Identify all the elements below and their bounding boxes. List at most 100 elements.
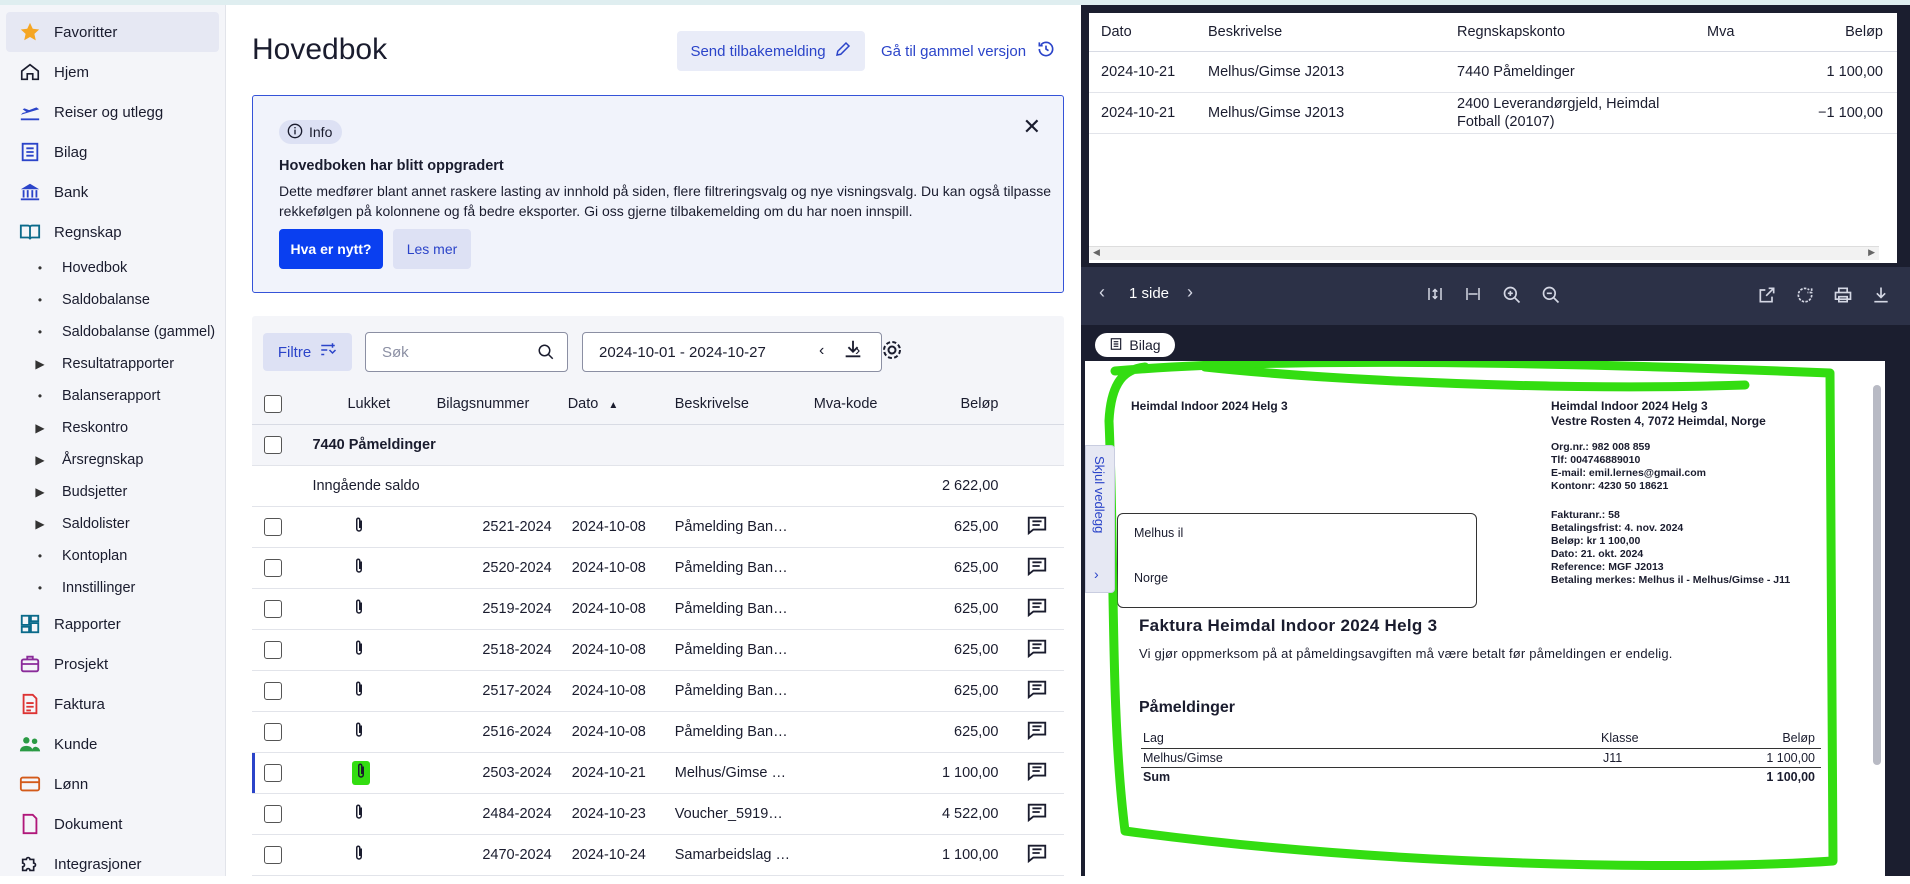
row-select[interactable] [252, 588, 305, 630]
header-select[interactable] [252, 384, 305, 425]
scroll-left-icon[interactable]: ◀ [1093, 247, 1100, 258]
sidebar-item-hjem[interactable]: Hjem [6, 52, 219, 92]
row-select[interactable] [252, 752, 305, 794]
next-page-icon[interactable]: › [1187, 282, 1193, 303]
sidebar-item-lonn[interactable]: Lønn [6, 764, 219, 804]
sidebar-subitem-budsjetter[interactable]: ▶ Budsjetter [6, 476, 219, 508]
sidebar-subitem-saldolister[interactable]: ▶ Saldolister [6, 508, 219, 540]
zoom-in-icon[interactable] [1502, 285, 1522, 309]
vertical-scrollbar[interactable] [1871, 365, 1883, 870]
column-header[interactable]: Lukket [304, 384, 425, 425]
column-header-date[interactable]: Dato ▲ [555, 384, 663, 425]
sidebar-item-integrasjoner[interactable]: Integrasjoner [6, 844, 219, 884]
zoom-out-icon[interactable] [1541, 285, 1561, 309]
row-select[interactable] [252, 793, 305, 835]
row-checkbox[interactable] [264, 681, 282, 700]
close-icon[interactable]: ✕ [1023, 114, 1041, 140]
fit-width-icon[interactable] [1464, 285, 1482, 307]
row-select[interactable] [252, 670, 305, 712]
sidebar-item-faktura[interactable]: Faktura [6, 684, 219, 724]
comment-icon[interactable] [998, 588, 1064, 630]
scrollbar-thumb[interactable] [1873, 385, 1881, 765]
paperclip-icon[interactable] [352, 517, 366, 538]
sidebar-item-rapporter[interactable]: Rapporter [6, 604, 219, 644]
paperclip-icon[interactable] [352, 599, 366, 620]
sidebar-item-prosjekt[interactable]: Prosjekt [6, 644, 219, 684]
rotate-icon[interactable] [1795, 285, 1815, 309]
sidebar-subitem-saldobalanse-gammel[interactable]: • Saldobalanse (gammel) [6, 316, 219, 348]
table-row[interactable]: 2470-2024 2024-10-24 Samarbeidslag … 1 100,… [252, 834, 1064, 876]
search-field[interactable] [365, 332, 568, 372]
voucher-number-link[interactable]: 2517-2024 [424, 670, 556, 712]
sidebar-item-reiser[interactable]: Reiser og utlegg [6, 92, 219, 132]
bilag-chip[interactable]: Bilag [1095, 333, 1175, 357]
voucher-number-link[interactable]: 2518-2024 [424, 629, 556, 671]
paperclip-icon[interactable] [352, 681, 366, 702]
whats-new-button[interactable]: Hva er nytt? [279, 229, 383, 269]
table-row[interactable]: 2503-2024 2024-10-21 Melhus/Gimse … 1 100,0… [252, 752, 1064, 794]
search-input[interactable] [382, 343, 532, 361]
paperclip-icon[interactable] [352, 804, 366, 825]
row-attachment[interactable] [304, 793, 425, 835]
comment-icon[interactable] [998, 752, 1064, 794]
sidebar-subitem-balanserapport[interactable]: • Balanserapport [6, 380, 219, 412]
row-checkbox[interactable] [264, 845, 282, 864]
voucher-number-link[interactable]: 2516-2024 [424, 711, 556, 753]
open-external-icon[interactable] [1757, 285, 1777, 309]
old-version-link[interactable]: Gå til gammel versjon [881, 31, 1056, 71]
table-row[interactable]: 2516-2024 2024-10-08 Påmelding Ban… 625,00 [252, 711, 1064, 753]
column-header[interactable]: Mva-kode [801, 384, 898, 425]
date-range-picker[interactable]: 2024-10-01 - 2024-10-27 ‹ › [582, 332, 882, 372]
paperclip-icon[interactable] [352, 845, 366, 866]
row-select[interactable] [252, 711, 305, 753]
send-feedback-button[interactable]: Send tilbakemelding [677, 31, 865, 71]
filter-button[interactable]: Filtre [263, 333, 352, 371]
paperclip-icon[interactable] [352, 760, 371, 785]
fit-height-icon[interactable] [1426, 285, 1444, 307]
download-icon[interactable] [1871, 285, 1891, 309]
paperclip-icon[interactable] [352, 722, 366, 743]
comment-icon[interactable] [998, 506, 1064, 548]
row-attachment[interactable] [304, 588, 425, 630]
comment-icon[interactable] [998, 793, 1064, 835]
sidebar-subitem-innstillinger[interactable]: • Innstillinger [6, 572, 219, 604]
group-select[interactable] [252, 424, 305, 466]
table-row[interactable]: 2519-2024 2024-10-08 Påmelding Ban… 625,00 [252, 588, 1064, 630]
table-row[interactable]: 2517-2024 2024-10-08 Påmelding Ban… 625,00 [252, 670, 1064, 712]
comment-icon[interactable] [998, 711, 1064, 753]
sidebar-subitem-reskontro[interactable]: ▶ Reskontro [6, 412, 219, 444]
select-all-checkbox[interactable] [264, 394, 282, 413]
chevron-left-icon[interactable]: ‹ [819, 342, 824, 360]
sidebar-item-bilag[interactable]: Bilag [6, 132, 219, 172]
comment-icon[interactable] [998, 547, 1064, 589]
comment-icon[interactable] [998, 834, 1064, 876]
comment-icon[interactable] [998, 670, 1064, 712]
voucher-number-link[interactable]: 2521-2024 [424, 506, 556, 548]
sidebar-subitem-hovedbok[interactable]: • Hovedbok [6, 252, 219, 284]
voucher-number-link[interactable]: 2519-2024 [424, 588, 556, 630]
row-checkbox[interactable] [264, 640, 282, 659]
sidebar-item-kunde[interactable]: Kunde [6, 724, 219, 764]
voucher-number-link[interactable]: 2520-2024 [424, 547, 556, 589]
sidebar-subitem-arsregnskap[interactable]: ▶ Årsregnskap [6, 444, 219, 476]
sidebar-subitem-kontoplan[interactable]: • Kontoplan [6, 540, 219, 572]
voucher-number-link[interactable]: 2470-2024 [424, 834, 556, 876]
row-attachment[interactable] [304, 547, 425, 589]
column-header[interactable]: Bilagsnummer [424, 384, 556, 425]
row-attachment[interactable] [304, 506, 425, 548]
sidebar-item-regnskap[interactable]: Regnskap [6, 212, 219, 252]
column-header[interactable]: Beskrivelse [662, 384, 802, 425]
table-row[interactable]: 2521-2024 2024-10-08 Påmelding Ban… 625,00 [252, 506, 1064, 548]
horizontal-scrollbar[interactable]: ◀ ▶ [1089, 246, 1879, 260]
read-more-button[interactable]: Les mer [393, 229, 471, 269]
sidebar-item-bank[interactable]: Bank [6, 172, 219, 212]
scroll-right-icon[interactable]: ▶ [1868, 247, 1875, 258]
prev-page-icon[interactable]: ‹ [1099, 282, 1105, 303]
sidebar-subitem-resultatrapporter[interactable]: ▶ Resultatrapporter [6, 348, 219, 380]
row-select[interactable] [252, 547, 305, 589]
row-attachment[interactable] [304, 629, 425, 671]
sidebar-item-favoritter[interactable]: Favoritter [6, 12, 219, 52]
row-checkbox[interactable] [264, 599, 282, 618]
row-select[interactable] [252, 629, 305, 671]
download-icon[interactable] [842, 338, 864, 365]
